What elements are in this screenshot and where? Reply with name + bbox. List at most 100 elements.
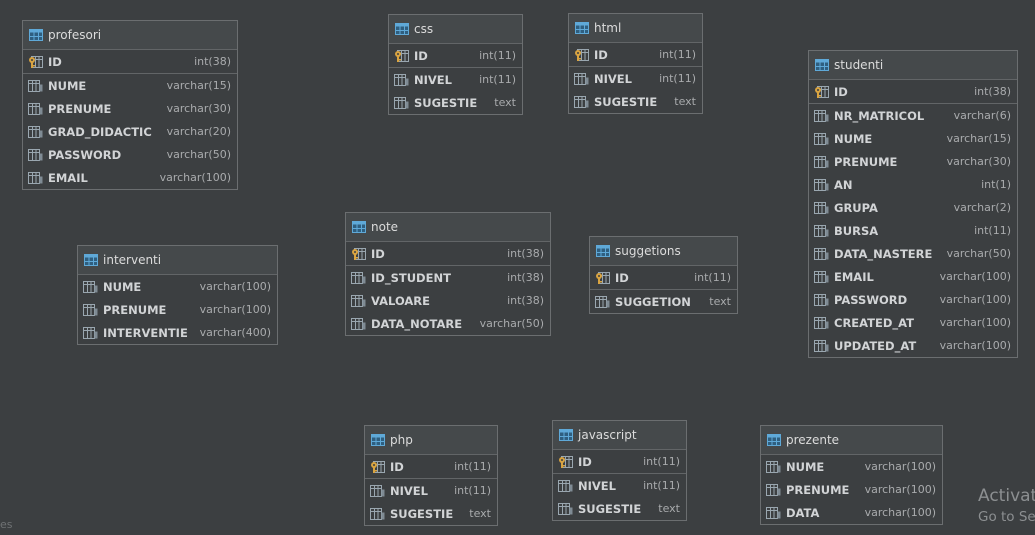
- primary-key-column-row[interactable]: ID int(11): [365, 455, 497, 479]
- table-header-profesori[interactable]: profesori: [23, 21, 237, 50]
- column-name: UPDATED_AT: [834, 338, 917, 353]
- column-icon: [351, 317, 367, 331]
- column-name: INTERVENTIE: [103, 325, 188, 340]
- table-header-javascript[interactable]: javascript: [553, 421, 686, 450]
- column-row[interactable]: SUGESTIE text: [389, 91, 522, 114]
- table-php[interactable]: php ID int(11) NIVEL int(11) SUGESTIE text: [364, 425, 498, 526]
- table-icon: [371, 434, 385, 446]
- table-header-suggetions[interactable]: suggetions: [590, 237, 737, 266]
- column-row[interactable]: NR_MATRICOL varchar(6): [809, 104, 1017, 127]
- primary-key-column-row[interactable]: ID int(38): [346, 242, 550, 266]
- table-html[interactable]: html ID int(11) NIVEL int(11) SUGESTIE text: [568, 13, 703, 114]
- column-icon: [558, 479, 574, 493]
- column-list: ID int(38) ID_STUDENT int(38) VALOARE int(38)…: [346, 242, 550, 335]
- column-name: NR_MATRICOL: [834, 108, 925, 123]
- column-row[interactable]: UPDATED_AT varchar(100): [809, 334, 1017, 357]
- column-type: int(11): [643, 455, 680, 468]
- column-row[interactable]: NIVEL int(11): [389, 68, 522, 91]
- column-row[interactable]: PRENUME varchar(30): [809, 150, 1017, 173]
- column-name: ID: [390, 459, 404, 474]
- column-row[interactable]: PRENUME varchar(30): [23, 97, 237, 120]
- column-row[interactable]: EMAIL varchar(100): [23, 166, 237, 189]
- column-icon: [814, 270, 830, 284]
- column-icon: [28, 79, 44, 93]
- column-row[interactable]: PRENUME varchar(100): [78, 298, 277, 321]
- table-header-studenti[interactable]: studenti: [809, 51, 1017, 80]
- column-row[interactable]: DATA varchar(100): [761, 501, 942, 524]
- table-studenti[interactable]: studenti ID int(38) NR_MATRICOL varchar(6) NU…: [808, 50, 1018, 358]
- table-icon: [395, 23, 409, 35]
- column-name: DATA_NOTARE: [371, 316, 463, 331]
- table-header-prezente[interactable]: prezente: [761, 426, 942, 455]
- column-row[interactable]: DATA_NOTARE varchar(50): [346, 312, 550, 335]
- column-icon: [766, 483, 782, 497]
- column-type: int(11): [454, 484, 491, 497]
- column-icon: [574, 72, 590, 86]
- column-type: varchar(15): [946, 132, 1011, 145]
- column-type: varchar(50): [946, 247, 1011, 260]
- table-profesori[interactable]: profesori ID int(38) NUME varchar(15) PRENUME…: [22, 20, 238, 190]
- column-row[interactable]: DATA_NASTERE varchar(50): [809, 242, 1017, 265]
- column-row[interactable]: SUGESTIE text: [569, 90, 702, 113]
- primary-key-column-row[interactable]: ID int(11): [553, 450, 686, 474]
- column-name: NIVEL: [414, 72, 452, 87]
- table-note[interactable]: note ID int(38) ID_STUDENT int(38) VALOARE int…: [345, 212, 551, 336]
- column-icon: [394, 73, 410, 87]
- table-header-php[interactable]: php: [365, 426, 497, 455]
- column-name: ID: [414, 48, 428, 63]
- table-header-css[interactable]: css: [389, 15, 522, 44]
- table-interventi[interactable]: interventi NUME varchar(100) PRENUME varchar…: [77, 245, 278, 345]
- primary-key-column-row[interactable]: ID int(11): [389, 44, 522, 68]
- column-row[interactable]: SUGESTIE text: [553, 497, 686, 520]
- column-row[interactable]: GRUPA varchar(2): [809, 196, 1017, 219]
- column-row[interactable]: VALOARE int(38): [346, 289, 550, 312]
- column-row[interactable]: NIVEL int(11): [569, 67, 702, 90]
- table-header-html[interactable]: html: [569, 14, 702, 43]
- column-row[interactable]: NIVEL int(11): [365, 479, 497, 502]
- column-name: ID: [834, 84, 848, 99]
- primary-key-column-row[interactable]: ID int(11): [590, 266, 737, 290]
- column-row[interactable]: PRENUME varchar(100): [761, 478, 942, 501]
- column-row[interactable]: NUME varchar(100): [78, 275, 277, 298]
- column-row[interactable]: ID_STUDENT int(38): [346, 266, 550, 289]
- column-row[interactable]: AN int(1): [809, 173, 1017, 196]
- column-row[interactable]: SUGESTIE text: [365, 502, 497, 525]
- column-icon: [766, 460, 782, 474]
- column-list: NUME varchar(100) PRENUME varchar(100) DATA v…: [761, 455, 942, 524]
- primary-key-column-row[interactable]: ID int(11): [569, 43, 702, 67]
- table-css[interactable]: css ID int(11) NIVEL int(11) SUGESTIE text: [388, 14, 523, 115]
- column-row[interactable]: EMAIL varchar(100): [809, 265, 1017, 288]
- column-row[interactable]: SUGGETION text: [590, 290, 737, 313]
- table-suggetions[interactable]: suggetions ID int(11) SUGGETION text: [589, 236, 738, 314]
- table-javascript[interactable]: javascript ID int(11) NIVEL int(11) SUGESTIE t…: [552, 420, 687, 521]
- column-name: SUGESTIE: [578, 501, 642, 516]
- column-list: ID int(11) NIVEL int(11) SUGESTIE text: [553, 450, 686, 520]
- column-name: NIVEL: [578, 478, 616, 493]
- column-icon: [814, 247, 830, 261]
- table-header-interventi[interactable]: interventi: [78, 246, 277, 275]
- column-name: GRUPA: [834, 200, 878, 215]
- primary-key-column-row[interactable]: ID int(38): [809, 80, 1017, 104]
- column-row[interactable]: NUME varchar(100): [761, 455, 942, 478]
- table-header-note[interactable]: note: [346, 213, 550, 242]
- column-name: PASSWORD: [834, 292, 908, 307]
- column-type: int(11): [659, 48, 696, 61]
- column-name: NIVEL: [390, 483, 428, 498]
- column-row[interactable]: BURSA int(11): [809, 219, 1017, 242]
- column-row[interactable]: CREATED_AT varchar(100): [809, 311, 1017, 334]
- column-row[interactable]: NUME varchar(15): [809, 127, 1017, 150]
- column-icon: [814, 132, 830, 146]
- primary-key-column-row[interactable]: ID int(38): [23, 50, 237, 74]
- column-row[interactable]: INTERVENTIE varchar(400): [78, 321, 277, 344]
- column-icon: [28, 125, 44, 139]
- column-type: varchar(100): [864, 460, 936, 473]
- column-row[interactable]: NIVEL int(11): [553, 474, 686, 497]
- table-prezente[interactable]: prezente NUME varchar(100) PRENUME varchar(1…: [760, 425, 943, 525]
- column-type: varchar(100): [939, 293, 1011, 306]
- column-row[interactable]: GRAD_DIDACTIC varchar(20): [23, 120, 237, 143]
- column-type: varchar(100): [159, 171, 231, 184]
- column-row[interactable]: PASSWORD varchar(100): [809, 288, 1017, 311]
- primary-key-icon: [394, 49, 410, 63]
- column-row[interactable]: NUME varchar(15): [23, 74, 237, 97]
- column-row[interactable]: PASSWORD varchar(50): [23, 143, 237, 166]
